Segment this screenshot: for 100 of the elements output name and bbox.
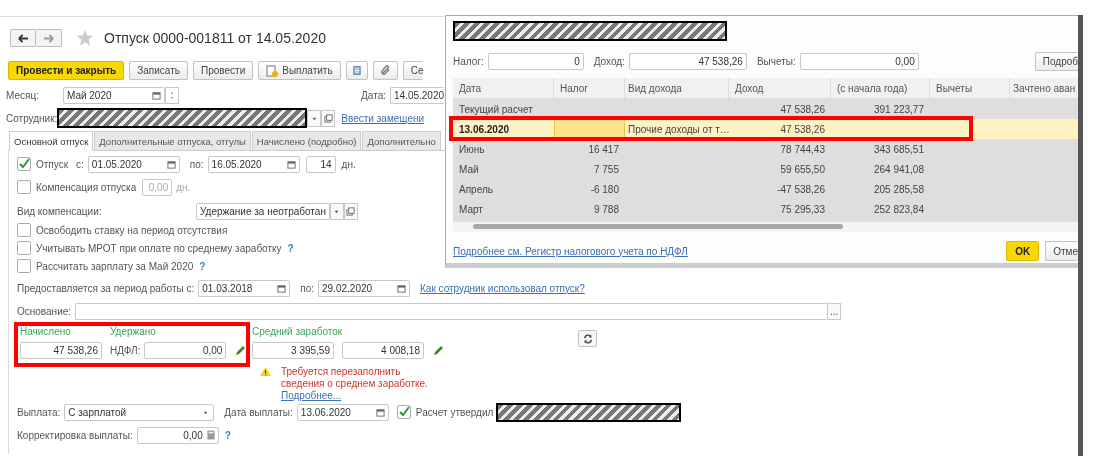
checkbox-label: Учитывать МРОТ при оплате по среднему заработку xyxy=(36,242,282,254)
table-cell-text: 252 823,84 xyxy=(872,202,925,217)
average-earnings-field[interactable]: 3 395,59 xyxy=(252,342,334,359)
field-label: Дата выплаты: xyxy=(224,406,293,418)
toolbar-button[interactable]: Провести и закрыть xyxy=(8,61,125,80)
checkbox-label: Отпуск xyxy=(36,158,69,170)
toolbar-button[interactable]: Выплатить xyxy=(258,61,341,80)
table-cell-text: -6 180 xyxy=(589,182,620,197)
usage-link[interactable]: Как сотрудник использовал отпуск? xyxy=(420,282,585,294)
toolbar-button[interactable]: Провести xyxy=(193,61,254,80)
scrollbar[interactable] xyxy=(453,222,1078,232)
warning-icon xyxy=(259,366,272,377)
ok-button[interactable]: OK xyxy=(1006,241,1040,261)
accrued-field[interactable]: 47 538,26 xyxy=(20,342,102,359)
section-label: Удержано xyxy=(110,326,157,339)
checkbox[interactable] xyxy=(17,259,31,273)
compensation-type-field[interactable]: Удержание за неотработан xyxy=(196,202,330,220)
date-field[interactable]: 14.05.2020 xyxy=(390,86,444,104)
income-field[interactable]: 47 538,26 xyxy=(628,52,747,70)
table-cell-text: 343 685,51 xyxy=(872,142,925,157)
column-header[interactable]: Вычеты xyxy=(930,78,1010,98)
section-label: Средний заработок xyxy=(252,326,344,339)
column-header[interactable]: Вид дохода xyxy=(625,78,729,98)
basis-field[interactable] xyxy=(75,302,828,320)
calendar-icon[interactable] xyxy=(286,159,296,169)
calendar-icon[interactable] xyxy=(375,407,385,417)
field-label: НДФЛ: xyxy=(110,345,141,356)
correction-field[interactable]: 0,00 xyxy=(136,426,219,444)
field-label: с: xyxy=(76,158,84,170)
field-label: Доход: xyxy=(593,55,625,67)
table-cell-text: 78 744,43 xyxy=(779,142,826,157)
tax-field[interactable]: 0 xyxy=(487,52,584,70)
checkbox-label: Рассчитать зарплату за Май 2020 xyxy=(36,260,194,272)
tab[interactable]: Основной отпуск xyxy=(9,131,94,151)
tab[interactable]: Дополнительно xyxy=(362,131,441,151)
field-label: Вид компенсации: xyxy=(17,205,103,217)
field-label: Сотрудник: xyxy=(6,112,58,124)
replacement-link[interactable]: Ввести замещени xyxy=(341,112,425,124)
open-button[interactable] xyxy=(321,109,336,127)
payment-field[interactable]: С зарплатой xyxy=(64,403,215,421)
toolbar-button[interactable]: Се xyxy=(402,61,424,80)
help-link[interactable]: ? xyxy=(224,429,231,441)
table-cell-text: Апрель xyxy=(458,182,494,197)
calendar-icon[interactable] xyxy=(166,159,176,169)
calendar-icon[interactable] xyxy=(151,90,161,100)
average-earnings-field[interactable]: 4 008,18 xyxy=(342,342,424,359)
date-field[interactable]: 16.05.2020 xyxy=(207,155,300,173)
date-field[interactable]: 13.06.2020 xyxy=(296,403,389,421)
column-header[interactable]: (с начала года) xyxy=(831,78,930,98)
warning-message: Требуется перезаполнить сведения о среднем заработке. Подробнее... xyxy=(281,366,429,402)
column-header[interactable]: Дата xyxy=(453,78,554,98)
pencil-icon[interactable] xyxy=(432,344,444,357)
unit-label: дн. xyxy=(341,158,356,170)
star-icon[interactable] xyxy=(76,29,94,47)
table-cell-text: 16 417 xyxy=(587,142,620,157)
checkbox[interactable] xyxy=(17,241,31,255)
details-link[interactable]: Подробнее... xyxy=(281,390,342,401)
pencil-icon[interactable] xyxy=(234,344,247,357)
days-field[interactable]: 14 xyxy=(305,155,336,173)
table-cell-text: 13.06.2020 xyxy=(458,122,511,137)
checkbox-label: Расчет утвердил xyxy=(415,406,494,418)
table-cell-text: 9 788 xyxy=(592,202,620,217)
table-cell-text: 264 941,08 xyxy=(872,162,925,177)
date-field[interactable]: 01.03.2018 xyxy=(198,279,291,297)
refresh-button[interactable] xyxy=(578,330,597,347)
calculator-icon[interactable] xyxy=(206,430,215,440)
section-label: Начислено xyxy=(20,326,72,339)
toolbar-button[interactable]: Записать xyxy=(129,61,188,80)
calendar-icon[interactable] xyxy=(277,283,287,293)
column-header[interactable]: Налог xyxy=(554,78,625,98)
open-form-icon[interactable] xyxy=(323,113,333,123)
document-icon xyxy=(352,65,361,76)
deductions-field[interactable]: 0,00 xyxy=(799,52,919,70)
list-button[interactable] xyxy=(345,61,368,80)
open-form-icon[interactable] xyxy=(346,206,356,216)
help-link[interactable]: ? xyxy=(287,242,294,254)
checkbox[interactable] xyxy=(17,223,31,237)
checkbox-label: Освободить ставку на период отсутствия xyxy=(36,224,228,236)
calendar-icon[interactable] xyxy=(397,283,407,293)
column-header[interactable]: Зачтено аван xyxy=(1010,78,1078,98)
tab[interactable]: Дополнительные отпуска, отгулы xyxy=(94,131,251,151)
help-link[interactable]: ? xyxy=(199,260,206,272)
attach-button[interactable] xyxy=(372,61,398,80)
tax-field[interactable]: 0,00 xyxy=(144,342,227,359)
month-field[interactable]: Май 2020 xyxy=(62,86,165,104)
details-button[interactable]: Подроб xyxy=(1034,51,1078,71)
forward-arrow-icon xyxy=(43,33,54,43)
unit-label: дн. xyxy=(176,181,191,193)
table-cell-text: Июнь xyxy=(458,142,486,157)
checkbox[interactable] xyxy=(396,405,411,419)
checkbox[interactable] xyxy=(17,157,31,171)
tab[interactable]: Начислено (подробно) xyxy=(251,131,362,151)
date-field[interactable]: 29.02.2020 xyxy=(318,279,411,297)
column-header[interactable]: Доход xyxy=(729,78,831,98)
cancel-button[interactable]: Отме xyxy=(1045,241,1078,261)
back-button[interactable] xyxy=(10,29,36,47)
field-label: Основание: xyxy=(17,305,72,317)
register-link[interactable]: Подробнее см. Регистр налогового учета по НДФЛ xyxy=(453,245,688,257)
date-field[interactable]: 01.05.2020 xyxy=(87,155,180,173)
select-button[interactable]: ... xyxy=(827,302,842,320)
